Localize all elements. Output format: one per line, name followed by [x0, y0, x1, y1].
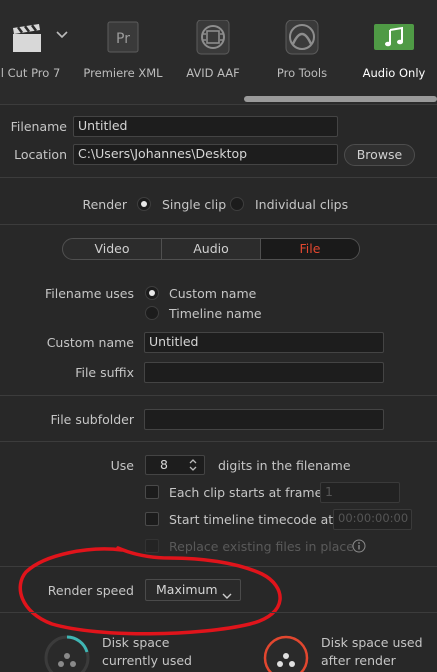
music-note-icon [374, 20, 414, 56]
info-icon[interactable] [352, 539, 366, 553]
divider [0, 224, 437, 225]
preset-premiere-xml[interactable]: Pr Premiere XML [78, 0, 168, 104]
each-clip-label[interactable]: Each clip starts at frame [169, 485, 322, 500]
location-label: Location [14, 147, 67, 162]
start-timecode-label[interactable]: Start timeline timecode at [169, 512, 333, 527]
digits-suffix-label: digits in the filename [218, 458, 351, 473]
file-subfolder-label: File subfolder [50, 412, 134, 427]
chevron-down-icon [222, 586, 232, 599]
tab-video[interactable]: Video [63, 239, 162, 259]
filename-field[interactable]: Untitled [73, 116, 338, 137]
render-label: Render [82, 197, 127, 212]
custom-name-option-label[interactable]: Custom name [169, 286, 256, 301]
settings-tabs: Video Audio File [62, 238, 360, 260]
timeline-name-radio[interactable] [145, 306, 159, 320]
disk-used-label: Disk space currently used [102, 634, 192, 670]
disk-used-line1: Disk space [102, 635, 170, 650]
disk-after-gauge [263, 635, 309, 672]
custom-name-radio[interactable] [145, 286, 159, 300]
pro-tools-icon [282, 19, 322, 56]
disk-after-line1: Disk space used [321, 635, 423, 650]
file-suffix-field[interactable] [144, 362, 384, 383]
preset-avid-aaf[interactable]: AVID AAF [168, 0, 258, 104]
preset-final-cut-pro-7[interactable]: al Cut Pro 7 [0, 0, 72, 104]
premiere-icon: Pr [103, 20, 143, 56]
preset-label: Premiere XML [83, 66, 163, 80]
timeline-name-option-label[interactable]: Timeline name [169, 306, 262, 321]
tab-file[interactable]: File [261, 239, 359, 259]
disk-used-gauge [44, 635, 90, 672]
render-speed-dropdown[interactable]: Maximum [145, 579, 241, 601]
disk-after-label: Disk space used after render [321, 634, 423, 670]
start-timecode-checkbox[interactable] [145, 512, 159, 526]
divider [0, 104, 437, 105]
avid-film-icon [193, 19, 233, 56]
location-field[interactable]: C:\Users\Johannes\Desktop [73, 144, 338, 165]
render-individual-clips-radio[interactable] [230, 197, 244, 211]
divider [0, 612, 437, 613]
disk-used-line2: currently used [102, 653, 192, 668]
start-frame-field[interactable]: 1 [320, 482, 400, 503]
preset-label: Pro Tools [276, 66, 328, 80]
browse-button[interactable]: Browse [344, 144, 415, 166]
presets-scrollbar[interactable] [244, 96, 437, 102]
each-clip-checkbox[interactable] [145, 485, 159, 499]
digits-value: 8 [160, 457, 168, 472]
replace-files-label: Replace existing files in place [169, 539, 354, 554]
divider [0, 395, 437, 396]
render-presets-bar: al Cut Pro 7 Pr Premiere XML AVID AAF Pr… [0, 0, 437, 104]
tab-audio[interactable]: Audio [162, 239, 261, 259]
stepper-arrows-icon[interactable] [188, 458, 198, 472]
render-speed-value: Maximum [156, 582, 218, 597]
filename-uses-label: Filename uses [45, 286, 134, 301]
custom-name-label: Custom name [46, 335, 134, 350]
disk-after-line2: after render [321, 653, 396, 668]
replace-files-checkbox[interactable] [145, 539, 159, 553]
clapperboard-icon [7, 20, 47, 56]
filename-label: Filename [10, 119, 67, 134]
divider [0, 177, 437, 178]
render-single-clip-radio[interactable] [137, 197, 151, 211]
svg-text:Pr: Pr [116, 31, 130, 47]
preset-audio-only[interactable]: Audio Only [349, 0, 437, 104]
divider [0, 566, 437, 567]
file-subfolder-field[interactable] [144, 409, 384, 430]
render-single-clip-label[interactable]: Single clip [162, 197, 226, 212]
preset-label: Audio Only [362, 66, 426, 80]
preset-label: al Cut Pro 7 [0, 66, 61, 80]
start-timecode-field[interactable]: 00:00:00:00 [333, 509, 412, 530]
file-suffix-label: File suffix [75, 365, 134, 380]
digits-stepper[interactable]: 8 [145, 455, 205, 475]
render-speed-label: Render speed [47, 583, 134, 598]
preset-label: AVID AAF [186, 66, 240, 80]
divider [0, 441, 437, 442]
chevron-down-icon[interactable] [55, 28, 69, 39]
preset-pro-tools[interactable]: Pro Tools [257, 0, 347, 104]
custom-name-field[interactable]: Untitled [144, 332, 384, 353]
render-individual-clips-label[interactable]: Individual clips [255, 197, 348, 212]
use-label: Use [110, 458, 134, 473]
